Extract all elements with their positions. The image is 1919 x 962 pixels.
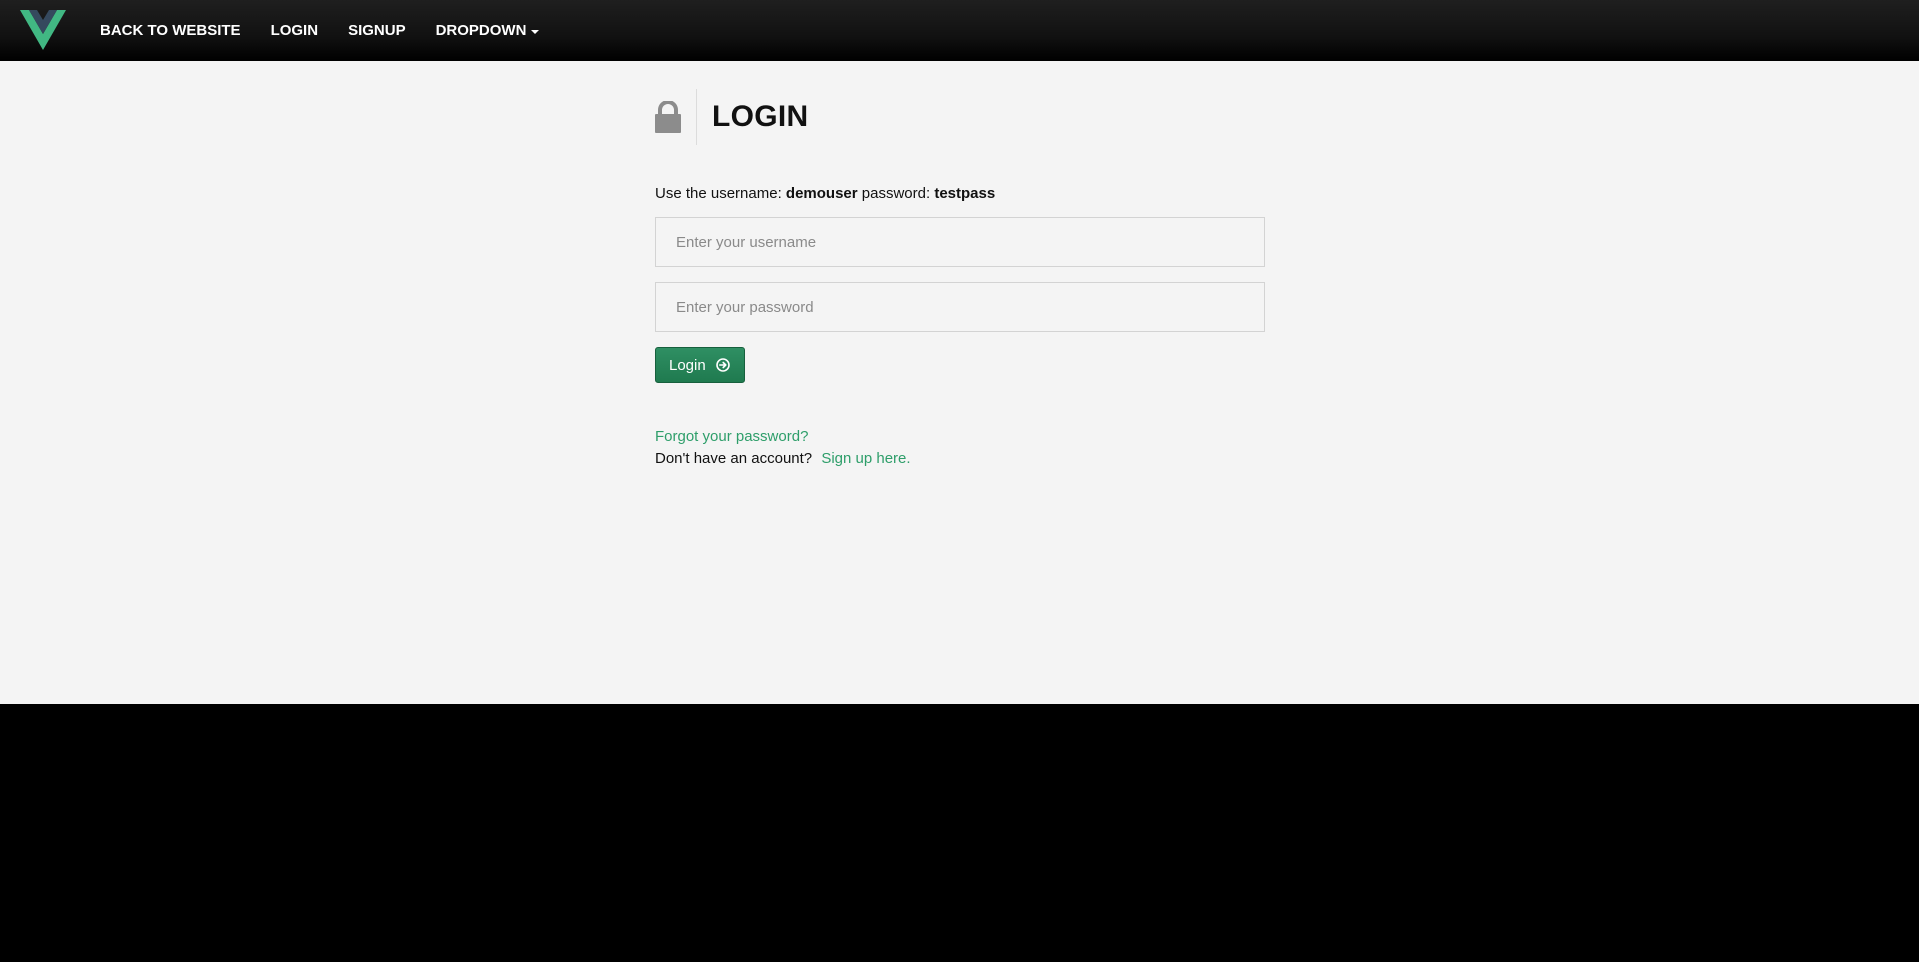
nav-back-to-website[interactable]: BACK TO WEBSITE <box>100 22 241 39</box>
nav-dropdown[interactable]: DROPDOWN <box>436 22 540 39</box>
caret-down-icon <box>531 29 540 34</box>
hint-password: testpass <box>934 185 996 202</box>
arrow-circle-right-icon <box>715 358 730 372</box>
username-input[interactable] <box>655 217 1265 267</box>
login-button-label: Login <box>669 356 706 374</box>
signup-prompt: Don't have an account? Sign up here. <box>655 450 911 467</box>
page-header: LOGIN <box>655 89 809 145</box>
lock-icon <box>655 101 681 133</box>
hint-middle: password: <box>861 185 931 202</box>
main-content: LOGIN Use the username: demouser passwor… <box>0 61 1919 704</box>
no-account-text: Don't have an account? <box>655 450 813 467</box>
vue-logo[interactable] <box>20 10 66 50</box>
forgot-password-link[interactable]: Forgot your password? <box>655 428 808 445</box>
top-navbar: BACK TO WEBSITE LOGIN SIGNUP DROPDOWN <box>0 0 1919 61</box>
nav-login[interactable]: LOGIN <box>271 22 319 39</box>
page-title: LOGIN <box>712 100 809 133</box>
hint-username: demouser <box>785 185 858 202</box>
password-input[interactable] <box>655 282 1265 332</box>
nav-links: BACK TO WEBSITE LOGIN SIGNUP DROPDOWN <box>100 0 569 61</box>
login-button[interactable]: Login <box>655 347 745 383</box>
hint-prefix: Use the username: <box>655 185 782 202</box>
signup-link[interactable]: Sign up here. <box>821 450 910 467</box>
credentials-hint: Use the username: demouser password: tes… <box>655 185 995 202</box>
nav-dropdown-label: DROPDOWN <box>435 22 527 39</box>
lock-icon-wrapper <box>655 89 697 145</box>
nav-signup[interactable]: SIGNUP <box>348 22 406 39</box>
